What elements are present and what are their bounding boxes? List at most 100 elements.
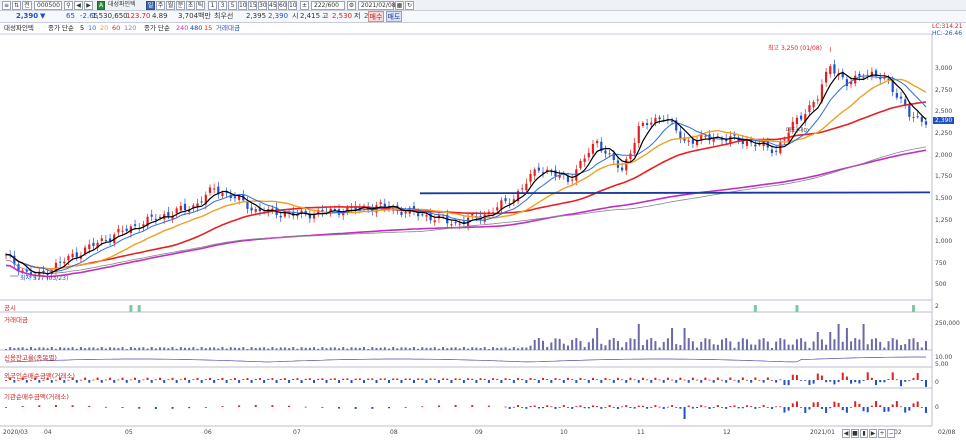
foreign-bar <box>675 380 678 383</box>
foreign-bar <box>404 378 407 380</box>
institution-bar <box>566 407 569 408</box>
volume-bar <box>9 347 12 350</box>
candle-body <box>895 93 898 98</box>
institution-bar <box>575 406 578 407</box>
volume-bar <box>104 348 107 350</box>
price-chart[interactable] <box>0 0 966 440</box>
institution-bar <box>571 407 574 409</box>
date-label: 04 <box>44 429 52 436</box>
candle-body <box>621 167 624 171</box>
candle-body <box>783 139 786 141</box>
volume-bar <box>346 348 349 350</box>
volume-bar <box>795 339 798 350</box>
volume-bar <box>246 348 249 350</box>
volume-bar <box>454 347 457 350</box>
candle-body <box>808 105 811 112</box>
volume-bar <box>504 347 507 350</box>
institution-bar <box>862 407 865 412</box>
volume-bar <box>862 324 865 350</box>
institution-bar <box>533 405 536 407</box>
foreign-bar <box>304 378 307 380</box>
candle-body <box>433 220 436 223</box>
volume-bar <box>467 348 470 350</box>
institution-bar <box>471 405 474 407</box>
volume-bar <box>21 347 24 350</box>
volume-bar <box>59 347 62 350</box>
volume-bar <box>54 348 57 350</box>
volume-bar <box>34 348 37 350</box>
foreign-bar <box>417 378 420 380</box>
volume-bar <box>621 347 624 350</box>
volume-bar <box>675 344 678 350</box>
institution-bar <box>304 406 307 408</box>
candle-body <box>645 123 649 126</box>
volume-bar <box>321 347 324 350</box>
foreign-bar <box>142 379 145 381</box>
volume-bar <box>146 348 149 350</box>
foreign-bar <box>812 380 815 384</box>
zoom-out-icon[interactable]: − <box>887 429 895 438</box>
institution-bar <box>550 406 553 408</box>
institution-bar <box>766 407 769 408</box>
candle-body <box>650 122 653 125</box>
volume-bar <box>912 338 915 350</box>
scroll-right-icon[interactable]: ▶ <box>869 429 877 438</box>
foreign-bar <box>879 380 882 383</box>
volume-bar <box>812 341 815 350</box>
foreign-bar <box>467 378 470 380</box>
zoom-in-icon[interactable]: + <box>878 429 886 438</box>
foreign-bar <box>587 380 590 383</box>
foreign-bar <box>908 380 911 381</box>
volume-bar <box>833 339 836 350</box>
scroll-pause-icon[interactable]: ▮ <box>860 429 868 438</box>
volume-bar <box>458 348 461 350</box>
candle-body <box>775 150 778 152</box>
institution-bar <box>762 405 765 407</box>
foreign-bar <box>508 378 511 380</box>
institution-bar <box>812 402 815 407</box>
candle-body <box>133 224 137 226</box>
foreign-bar <box>221 377 224 380</box>
candle-body <box>833 64 836 74</box>
price-axis-label: 2,500 <box>935 108 953 115</box>
institution-bar <box>804 407 807 413</box>
volume-bar <box>442 347 445 350</box>
candle-body <box>42 270 45 273</box>
foreign-bar <box>575 380 578 383</box>
foreign-bar <box>604 377 607 380</box>
institution-bar <box>808 407 811 410</box>
volume-bar <box>708 339 711 350</box>
candle-body <box>625 159 628 171</box>
institution-bar <box>587 407 590 409</box>
candle-body <box>154 218 157 220</box>
institution-bar <box>591 405 594 407</box>
ma20-line <box>5 78 927 270</box>
candle-body <box>824 71 828 83</box>
foreign-bar <box>537 380 540 383</box>
foreign-bar <box>392 378 395 380</box>
volume-bar <box>79 347 82 350</box>
foreign-bar <box>621 379 624 381</box>
foreign-bar <box>920 380 923 382</box>
volume-bar <box>154 348 157 350</box>
volume-bar <box>358 347 361 350</box>
institution-bar <box>737 407 740 409</box>
institution-bar <box>662 407 665 409</box>
institution-bar <box>783 407 786 413</box>
volume-bar <box>525 347 528 350</box>
scroll-left-icon[interactable]: ◀ <box>842 429 850 438</box>
foreign-bar <box>783 380 786 385</box>
foreign-bar <box>179 379 182 381</box>
foreign-bar <box>625 380 628 383</box>
foreign-bar <box>113 380 116 383</box>
volume-bar <box>425 347 428 350</box>
scroll-stop-icon[interactable]: ■ <box>851 429 859 438</box>
institution-bar <box>121 407 124 408</box>
volume-bar <box>641 345 644 350</box>
candle-body <box>454 222 457 224</box>
volume-bar <box>883 347 886 350</box>
institution-bar <box>646 407 649 409</box>
volume-bar <box>608 339 611 350</box>
volume-bar <box>233 347 236 350</box>
panel-axis-foreign: 0 <box>935 379 939 386</box>
